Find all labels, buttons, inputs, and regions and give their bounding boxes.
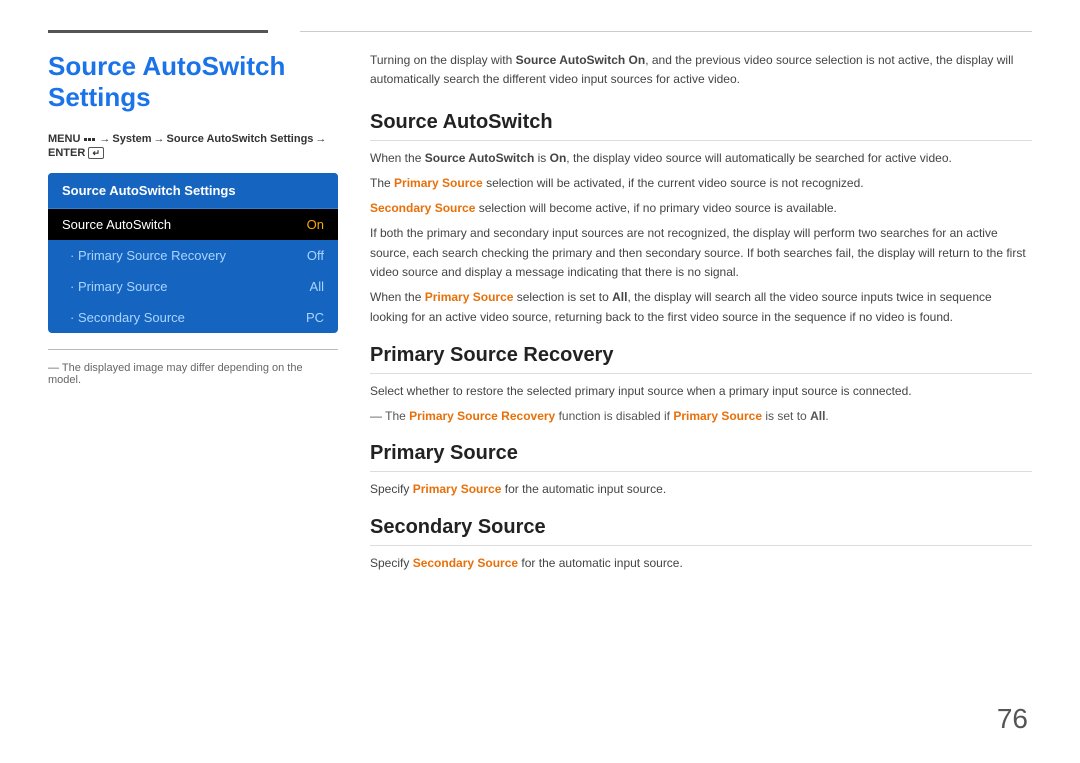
section-body-autoswitch: When the Source AutoSwitch is On, the di…	[370, 149, 1032, 327]
panel-item-source-autoswitch[interactable]: Source AutoSwitch On	[48, 209, 338, 240]
section-primary-source-recovery: Primary Source Recovery Select whether t…	[370, 344, 1032, 427]
panel-footnote: ― The displayed image may differ dependi…	[48, 349, 338, 386]
panel-title: Source AutoSwitch Settings	[48, 173, 338, 209]
section-body-recovery: Select whether to restore the selected p…	[370, 382, 1032, 427]
arrow3: →	[315, 133, 326, 145]
item-label-2: · Primary Source Recovery	[70, 248, 226, 263]
section-divider-4	[370, 545, 1032, 546]
item-label-3: · Primary Source	[70, 279, 168, 294]
section-title-primary: Primary Source	[370, 442, 1032, 465]
panel-item-primary-source-recovery[interactable]: · Primary Source Recovery Off	[48, 240, 338, 271]
intro-bold-1: Source AutoSwitch On	[516, 53, 646, 67]
section-body-secondary: Specify Secondary Source for the automat…	[370, 554, 1032, 574]
left-column: Source AutoSwitch Settings MENU → System…	[48, 51, 338, 590]
ui-panel: Source AutoSwitch Settings Source AutoSw…	[48, 173, 338, 333]
enter-icon: ↵	[88, 147, 104, 159]
intro-paragraph: Turning on the display with Source AutoS…	[370, 51, 1032, 89]
highlight-label: Source AutoSwitch Settings	[167, 133, 314, 145]
arrow1: →	[99, 133, 110, 145]
section-divider-3	[370, 471, 1032, 472]
item-value-3: All	[310, 279, 324, 294]
arrow2: →	[154, 133, 165, 145]
item-value-2: Off	[307, 248, 324, 263]
page-title: Source AutoSwitch Settings	[48, 51, 338, 113]
item-value-4: PC	[306, 310, 324, 325]
divider-short	[48, 30, 268, 33]
section-title-secondary: Secondary Source	[370, 516, 1032, 539]
section-title-recovery: Primary Source Recovery	[370, 344, 1032, 367]
right-column: Turning on the display with Source AutoS…	[370, 51, 1032, 590]
menu-path: MENU → System → Source AutoSwitch Settin…	[48, 133, 338, 159]
page-number: 76	[997, 703, 1028, 735]
divider-long	[300, 31, 1032, 32]
footnote-text: ― The displayed image may differ dependi…	[48, 362, 303, 386]
system-label: System	[112, 133, 151, 145]
panel-item-secondary-source[interactable]: · Secondary Source PC	[48, 302, 338, 333]
section-secondary-source: Secondary Source Specify Secondary Sourc…	[370, 516, 1032, 574]
item-label-4: · Secondary Source	[70, 310, 185, 325]
item-value-1: On	[307, 217, 324, 232]
menu-icon	[84, 138, 95, 141]
section-title-autoswitch: Source AutoSwitch	[370, 111, 1032, 134]
panel-item-primary-source[interactable]: · Primary Source All	[48, 271, 338, 302]
section-divider-2	[370, 373, 1032, 374]
section-source-autoswitch: Source AutoSwitch When the Source AutoSw…	[370, 111, 1032, 327]
section-body-primary: Specify Primary Source for the automatic…	[370, 480, 1032, 500]
section-primary-source: Primary Source Specify Primary Source fo…	[370, 442, 1032, 500]
menu-label: MENU	[48, 133, 80, 145]
enter-label: ENTER	[48, 147, 85, 159]
item-label-1: Source AutoSwitch	[62, 217, 171, 232]
section-divider-1	[370, 140, 1032, 141]
